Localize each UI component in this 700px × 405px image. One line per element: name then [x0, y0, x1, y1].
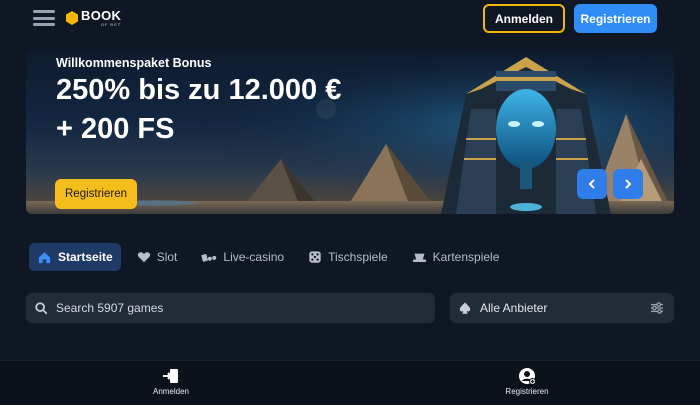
tab-tischspiele[interactable]: Tischspiele [300, 243, 396, 271]
filter-sliders-icon[interactable] [650, 302, 664, 314]
bottom-navigation: Anmelden Registrieren [0, 360, 700, 405]
card-hat-icon [412, 253, 426, 262]
provider-select[interactable]: Alle Anbieter [450, 293, 674, 323]
bottom-nav-register[interactable]: Registrieren [487, 367, 567, 396]
game-search [26, 293, 435, 323]
banner-headline: 250% bis zu 12.000 € [56, 74, 342, 106]
login-button[interactable]: Anmelden [483, 4, 565, 33]
bottom-nav-register-label: Registrieren [505, 387, 549, 396]
tab-label: Live-casino [223, 250, 285, 264]
promo-banner[interactable]: Willkommenspaket Bonus 250% bis zu 12.00… [26, 49, 674, 214]
top-header: BOOK OF BET Anmelden Registrieren [0, 0, 700, 38]
tab-kartenspiele[interactable]: Kartenspiele [404, 243, 508, 271]
register-button[interactable]: Registrieren [574, 4, 657, 33]
banner-register-button[interactable]: Registrieren [55, 179, 137, 209]
home-icon [38, 251, 51, 263]
tab-label: Slot [156, 250, 178, 264]
logo-subtext: OF BET [100, 22, 122, 27]
login-door-icon [163, 369, 178, 383]
banner-prev-button[interactable] [577, 169, 607, 199]
spade-icon [459, 302, 471, 314]
chevron-right-icon [625, 179, 631, 189]
tab-startseite[interactable]: Startseite [29, 243, 121, 271]
chevron-left-icon [589, 179, 595, 189]
provider-label: Alle Anbieter [480, 301, 548, 315]
tab-label: Tischspiele [328, 250, 388, 264]
bottom-nav-login-label: Anmelden [152, 387, 190, 396]
logo-hexagon-icon [66, 11, 78, 25]
logo-text: BOOK [81, 8, 122, 23]
brand-logo[interactable]: BOOK OF BET [66, 9, 121, 27]
add-user-icon [519, 368, 536, 385]
banner-eyebrow: Willkommenspaket Bonus [56, 56, 212, 70]
banner-subheadline: + 200 FS [56, 113, 175, 145]
tab-label: Kartenspiele [432, 250, 500, 264]
tab-live-casino[interactable]: Live-casino [193, 243, 292, 271]
category-tabs: Startseite Slot Live-casino Tischspiele [29, 243, 507, 271]
tab-label: Startseite [58, 250, 113, 264]
search-icon [35, 302, 48, 315]
dice-icon [309, 251, 321, 263]
heart-icon [137, 252, 150, 263]
banner-next-button[interactable] [613, 169, 643, 199]
hamburger-menu-icon[interactable] [33, 7, 55, 29]
cards-chips-icon [201, 254, 217, 262]
tab-slot[interactable]: Slot [129, 243, 186, 271]
bottom-nav-login[interactable]: Anmelden [131, 367, 211, 396]
search-input[interactable] [56, 301, 435, 315]
